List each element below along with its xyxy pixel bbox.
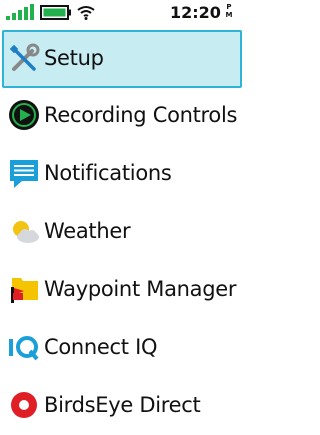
menu-item-recording-controls[interactable]: Recording Controls — [0, 87, 242, 145]
clock: 12:20 — [170, 3, 221, 22]
menu-item-notifications[interactable]: Notifications — [0, 145, 242, 203]
menu-item-birdseye-direct[interactable]: BirdsEye Direct — [0, 377, 242, 435]
ampm-bottom: M — [225, 11, 233, 19]
status-bar: 12:20 P M — [0, 0, 242, 28]
recording-play-icon — [9, 100, 39, 130]
connect-iq-icon — [9, 336, 39, 361]
menu-item-label: Notifications — [44, 161, 172, 185]
ampm-indicator: P M — [223, 3, 235, 19]
signal-icon — [6, 4, 34, 20]
menu-item-connect-iq[interactable]: Connect IQ — [0, 319, 242, 377]
menu-item-label: Waypoint Manager — [44, 277, 237, 301]
menu-item-label: Connect IQ — [44, 335, 158, 359]
ampm-top: P — [226, 3, 232, 11]
menu-item-setup[interactable]: Setup — [2, 30, 242, 88]
folder-flag-icon — [11, 278, 38, 303]
wrench-screwdriver-icon — [9, 43, 40, 71]
birdseye-icon — [11, 392, 37, 418]
menu-item-label: Recording Controls — [44, 103, 238, 127]
menu-item-label: BirdsEye Direct — [44, 393, 201, 417]
menu-item-waypoint-manager[interactable]: Waypoint Manager — [0, 261, 242, 319]
partly-cloudy-icon — [13, 221, 39, 243]
menu-item-weather[interactable]: Weather — [0, 203, 242, 261]
wifi-icon — [77, 6, 95, 20]
battery-icon — [40, 5, 71, 20]
message-icon — [10, 160, 38, 188]
menu-item-label: Setup — [44, 46, 104, 70]
menu-item-label: Weather — [44, 219, 131, 243]
